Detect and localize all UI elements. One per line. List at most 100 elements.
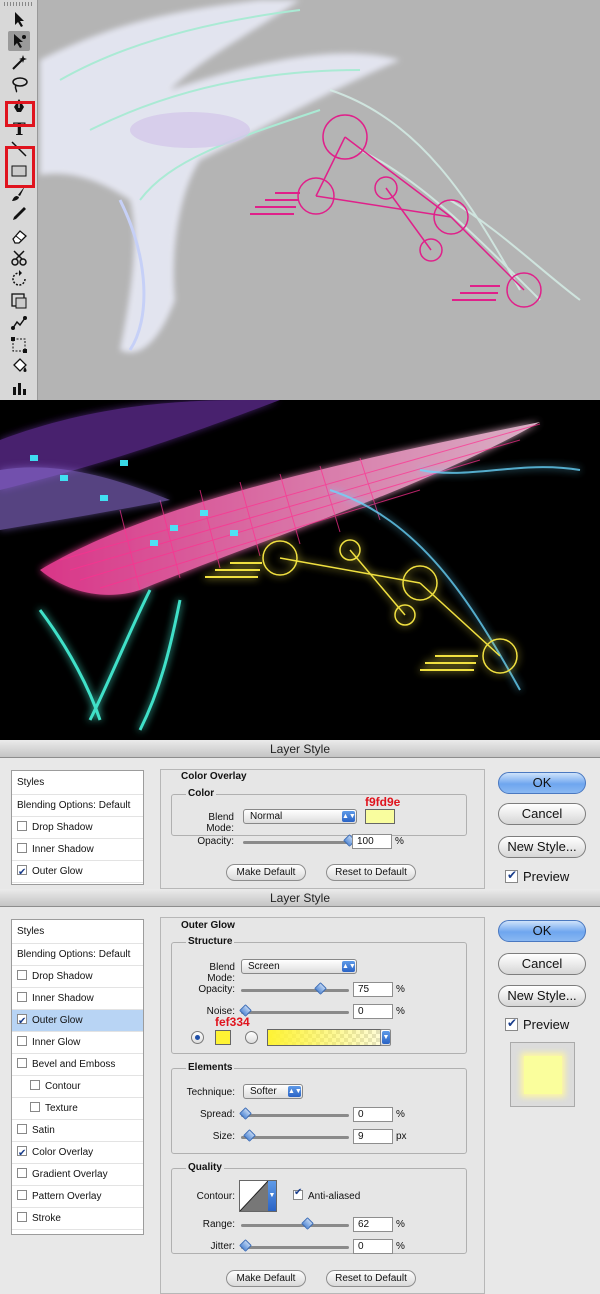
styles-header[interactable]: Styles: [12, 920, 143, 944]
style-checkbox[interactable]: [17, 821, 27, 831]
preview-checkbox[interactable]: Preview: [505, 868, 569, 884]
gradient-radio[interactable]: [245, 1031, 258, 1044]
scale-tool-button[interactable]: [8, 291, 30, 311]
jitter-slider[interactable]: [239, 1239, 349, 1252]
graph-tool-button[interactable]: [8, 378, 30, 398]
toolbar-grip[interactable]: [4, 2, 34, 6]
style-checkbox[interactable]: [30, 1102, 40, 1112]
direct-selection-tool-button[interactable]: [8, 30, 30, 51]
style-checkbox[interactable]: [17, 1168, 27, 1178]
chevron-down-icon: ▼: [268, 1181, 276, 1211]
style-checkbox[interactable]: [17, 1011, 27, 1033]
style-checkbox[interactable]: [17, 1124, 27, 1134]
reset-to-default-button[interactable]: Reset to Default: [326, 864, 416, 881]
opacity-slider[interactable]: [243, 834, 356, 847]
panel-title: Outer Glow: [181, 920, 235, 931]
noise-slider[interactable]: [239, 1004, 349, 1017]
style-item-stroke[interactable]: Stroke: [12, 1208, 143, 1230]
pencil-tool-button[interactable]: [8, 204, 30, 224]
magic-wand-tool-button[interactable]: [8, 52, 30, 72]
style-item-inner-glow[interactable]: Inner Glow: [12, 1032, 143, 1054]
scissors-tool-button[interactable]: [8, 248, 30, 268]
anti-aliased-checkbox[interactable]: Anti-aliased: [293, 1187, 360, 1202]
style-item-inner-shadow[interactable]: Inner Shadow: [12, 839, 143, 861]
style-item-label: Contour: [45, 1081, 81, 1092]
size-input[interactable]: 9: [353, 1129, 393, 1144]
reset-to-default-button[interactable]: Reset to Default: [326, 1270, 416, 1287]
new-style-button[interactable]: New Style...: [498, 985, 586, 1007]
spread-input[interactable]: 0: [353, 1107, 393, 1122]
glowing-spaceship: [0, 400, 581, 731]
style-checkbox[interactable]: [17, 862, 27, 884]
styles-header[interactable]: Styles: [12, 771, 143, 795]
style-checkbox[interactable]: [17, 1143, 27, 1165]
opacity-label: Opacity:: [198, 984, 235, 995]
preview-checkbox[interactable]: Preview: [505, 1016, 569, 1032]
technique-label: Technique:: [186, 1087, 235, 1098]
free-transform-tool-button[interactable]: [8, 335, 30, 355]
cancel-button[interactable]: Cancel: [498, 803, 586, 825]
size-label: Size:: [212, 1131, 235, 1142]
style-item-pattern-overlay[interactable]: Pattern Overlay: [12, 1186, 143, 1208]
glow-color-swatch[interactable]: [215, 1030, 231, 1045]
ok-button[interactable]: OK: [498, 772, 586, 794]
style-item-drop-shadow[interactable]: Drop Shadow: [12, 817, 143, 839]
direct-selection-icon: [14, 33, 26, 48]
lasso-tool-button[interactable]: [8, 74, 30, 94]
cancel-button[interactable]: Cancel: [498, 953, 586, 975]
move-arrow-tool-button[interactable]: [8, 9, 30, 29]
style-item-texture[interactable]: Texture: [12, 1098, 143, 1120]
style-item-gradient-overlay[interactable]: Gradient Overlay: [12, 1164, 143, 1186]
warp-tool-button[interactable]: [8, 313, 30, 333]
style-item-inner-shadow[interactable]: Inner Shadow: [12, 988, 143, 1010]
rotate-tool-button[interactable]: [8, 269, 30, 289]
style-item-color-overlay[interactable]: Color Overlay: [12, 1142, 143, 1165]
style-item-contour[interactable]: Contour: [12, 1076, 143, 1098]
make-default-button[interactable]: Make Default: [226, 864, 306, 881]
style-item-outer-glow[interactable]: Outer Glow: [12, 861, 143, 884]
style-checkbox[interactable]: [17, 1212, 27, 1222]
style-item-outer-glow[interactable]: Outer Glow: [12, 1010, 143, 1033]
range-slider[interactable]: [241, 1217, 349, 1230]
opacity-slider[interactable]: [241, 982, 349, 995]
style-item-bevel-and-emboss[interactable]: Bevel and Emboss: [12, 1054, 143, 1076]
opacity-input[interactable]: 75: [353, 982, 393, 997]
noise-input[interactable]: 0: [353, 1004, 393, 1019]
blend-mode-select[interactable]: Screen ▲▼: [241, 959, 357, 974]
style-checkbox[interactable]: [17, 970, 27, 980]
preview-check-icon: [505, 868, 518, 883]
style-item-blending-options-default[interactable]: Blending Options: Default: [12, 944, 143, 966]
style-item-label: Blending Options: Default: [17, 800, 131, 811]
style-item-satin[interactable]: Satin: [12, 1120, 143, 1142]
warp-icon: [11, 315, 27, 330]
style-item-label: Color Overlay: [32, 1147, 94, 1158]
new-style-button[interactable]: New Style...: [498, 836, 586, 858]
make-default-button[interactable]: Make Default: [226, 1270, 306, 1287]
style-item-drop-shadow[interactable]: Drop Shadow: [12, 966, 143, 988]
style-checkbox[interactable]: [17, 1190, 27, 1200]
gradient-picker-select[interactable]: ▼: [380, 1029, 391, 1046]
size-slider[interactable]: [241, 1129, 349, 1142]
overlay-color-swatch[interactable]: [365, 809, 395, 824]
blend-mode-select[interactable]: Normal ▲▼: [243, 809, 357, 824]
jitter-input[interactable]: 0: [353, 1239, 393, 1254]
glow-gradient-swatch[interactable]: [267, 1029, 389, 1046]
technique-select[interactable]: Softer ▲▼: [243, 1084, 303, 1099]
opacity-input[interactable]: 100: [352, 834, 392, 849]
contour-picker[interactable]: ▼: [239, 1180, 277, 1212]
style-checkbox[interactable]: [17, 1036, 27, 1046]
style-item-blending-options-default[interactable]: Blending Options: Default: [12, 795, 143, 817]
style-checkbox[interactable]: [17, 1058, 27, 1068]
solid-color-radio[interactable]: [191, 1031, 204, 1044]
eraser-tool-button[interactable]: [8, 226, 30, 246]
style-checkbox[interactable]: [17, 843, 27, 853]
style-checkbox[interactable]: [30, 1080, 40, 1090]
percent-unit: %: [396, 984, 405, 995]
paint-bucket-tool-button[interactable]: [8, 356, 30, 376]
range-input[interactable]: 62: [353, 1217, 393, 1232]
style-checkbox[interactable]: [17, 992, 27, 1002]
ok-button[interactable]: OK: [498, 920, 586, 942]
blend-mode-label: Blend Mode:: [206, 812, 234, 834]
percent-unit: %: [396, 1219, 405, 1230]
spread-slider[interactable]: [239, 1107, 349, 1120]
